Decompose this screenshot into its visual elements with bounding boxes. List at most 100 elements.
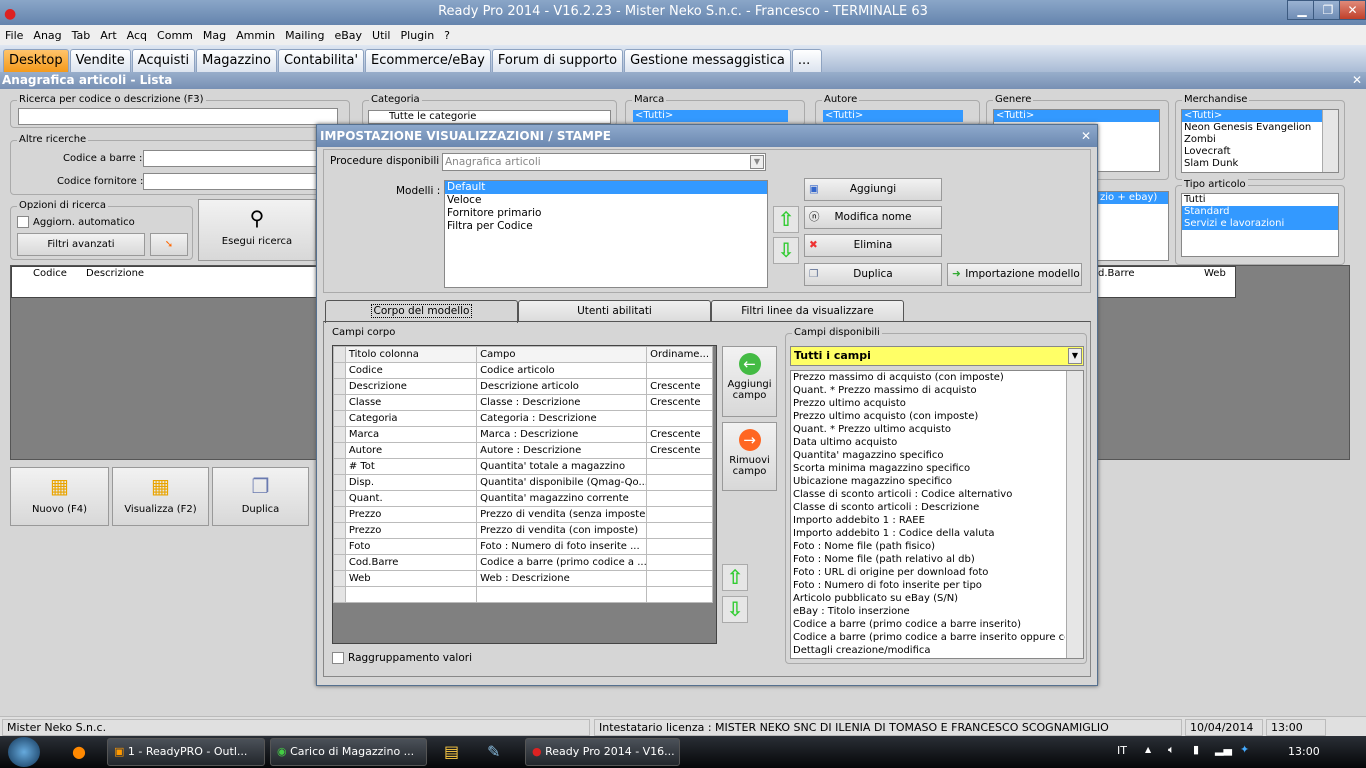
list-item[interactable]: Fornitore primario bbox=[445, 207, 767, 220]
tab-acquisti[interactable]: Acquisti bbox=[131, 49, 196, 72]
available-field-item[interactable]: Foto : Nome file (path fisico) bbox=[791, 540, 1065, 553]
models-list[interactable]: Default Veloce Fornitore primario Filtra… bbox=[444, 180, 768, 288]
row-title-cell[interactable]: Quant. bbox=[344, 490, 478, 507]
duplicate-button[interactable]: ❐ Duplica bbox=[212, 467, 309, 526]
available-field-item[interactable]: Classe di sconto articoli : Codice alter… bbox=[791, 488, 1065, 501]
list-item[interactable]: Lovecraft bbox=[1182, 146, 1338, 158]
scrollbar[interactable] bbox=[1322, 110, 1338, 172]
chevron-down-icon[interactable]: ▼ bbox=[750, 155, 764, 169]
available-field-item[interactable]: Classe di sconto articoli : Descrizione bbox=[791, 501, 1065, 514]
column-header-order[interactable]: Ordiname... bbox=[646, 346, 713, 363]
procedure-select[interactable]: Anagrafica articoli ▼ bbox=[442, 153, 766, 171]
table-row[interactable]: Disp. Quantita' disponibile (Qmag-Qo... bbox=[333, 474, 713, 491]
move-field-down-button[interactable]: ⇩ bbox=[722, 596, 748, 623]
available-field-item[interactable]: Codice a barre (primo codice a barre ins… bbox=[791, 631, 1065, 644]
available-field-item[interactable]: Quant. * Prezzo ultimo acquisto bbox=[791, 423, 1065, 436]
row-title-cell[interactable]: Codice bbox=[344, 362, 478, 379]
row-field-cell[interactable]: Quantita' totale a magazzino bbox=[476, 458, 648, 475]
available-field-item[interactable]: eBay : Titolo inserzione bbox=[791, 605, 1065, 618]
row-field-cell[interactable]: Categoria : Descrizione bbox=[476, 410, 648, 427]
list-item[interactable]: <Tutti> bbox=[1182, 110, 1322, 122]
taskbar-clock[interactable]: 13:00 bbox=[1288, 745, 1320, 758]
menu-acq[interactable]: Acq bbox=[127, 29, 147, 42]
row-order-cell[interactable] bbox=[646, 474, 713, 491]
list-item[interactable]: Tutti bbox=[1182, 194, 1338, 206]
row-order-cell[interactable] bbox=[646, 490, 713, 507]
tab-ecommerce[interactable]: Ecommerce/eBay bbox=[365, 49, 491, 72]
paint-icon[interactable]: ✎ bbox=[487, 742, 500, 761]
close-button[interactable]: ✕ bbox=[1339, 0, 1366, 20]
menu-ammin[interactable]: Ammin bbox=[236, 29, 275, 42]
available-field-item[interactable]: Data ultimo acquisto bbox=[791, 436, 1065, 449]
explorer-icon[interactable]: ▤ bbox=[444, 742, 459, 761]
row-title-cell[interactable]: Prezzo bbox=[344, 506, 478, 523]
table-row[interactable]: Cod.Barre Codice a barre (primo codice a … bbox=[333, 554, 713, 571]
row-order-cell[interactable]: Crescente bbox=[646, 394, 713, 411]
available-field-item[interactable]: Prezzo ultimo acquisto (con imposte) bbox=[791, 410, 1065, 423]
row-order-cell[interactable] bbox=[646, 410, 713, 427]
row-field-cell[interactable]: Codice a barre (primo codice a ... bbox=[476, 554, 648, 571]
table-row[interactable]: Codice Codice articolo bbox=[333, 362, 713, 379]
menu-anag[interactable]: Anag bbox=[33, 29, 61, 42]
body-fields-grid[interactable]: Titolo colonna Campo Ordiname... Codice C… bbox=[332, 345, 717, 644]
merchandise-list[interactable]: <Tutti> Neon Genesis Evangelion Zombi Lo… bbox=[1181, 109, 1339, 173]
row-title-cell[interactable]: # Tot bbox=[344, 458, 478, 475]
available-field-item[interactable]: Dettagli creazione/modifica bbox=[791, 644, 1065, 657]
row-header[interactable] bbox=[333, 570, 346, 587]
available-field-item[interactable]: Codice a barre (primo codice a barre ins… bbox=[791, 618, 1065, 631]
table-row[interactable]: Web Web : Descrizione bbox=[333, 570, 713, 587]
advanced-filters-button[interactable]: Filtri avanzati bbox=[17, 233, 145, 256]
table-row[interactable]: # Tot Quantita' totale a magazzino bbox=[333, 458, 713, 475]
row-header[interactable] bbox=[333, 490, 346, 507]
list-item[interactable]: Filtra per Codice bbox=[445, 220, 767, 233]
table-row[interactable]: Prezzo Prezzo di vendita (con imposte) bbox=[333, 522, 713, 539]
menu-art[interactable]: Art bbox=[100, 29, 116, 42]
row-title-cell[interactable]: Descrizione bbox=[344, 378, 478, 395]
row-field-cell[interactable]: Prezzo di vendita (senza imposte) bbox=[476, 506, 648, 523]
column-header-codice[interactable]: Codice bbox=[33, 268, 67, 279]
row-header[interactable] bbox=[333, 394, 346, 411]
taskbar-item-outlook[interactable]: ▣ 1 - ReadyPRO - Outl... bbox=[107, 738, 265, 766]
row-title-cell[interactable]: Disp. bbox=[344, 474, 478, 491]
row-field-cell[interactable]: Prezzo di vendita (con imposte) bbox=[476, 522, 648, 539]
row-title-cell[interactable]: Autore bbox=[344, 442, 478, 459]
list-item[interactable]: Zombi bbox=[1182, 134, 1338, 146]
available-field-item[interactable]: Articolo pubblicato su eBay (S/N) bbox=[791, 592, 1065, 605]
form-close-icon[interactable]: ✕ bbox=[1352, 72, 1362, 89]
menu-plugin[interactable]: Plugin bbox=[401, 29, 435, 42]
tab-corpo-modello[interactable]: Corpo del modello bbox=[325, 300, 518, 323]
row-order-cell[interactable]: Crescente bbox=[646, 442, 713, 459]
search-input[interactable] bbox=[18, 108, 338, 125]
grouping-checkbox[interactable] bbox=[332, 652, 344, 664]
brand-list[interactable]: <Tutti> bbox=[633, 110, 788, 122]
tab-forum[interactable]: Forum di supporto bbox=[491, 49, 624, 72]
column-header-descrizione[interactable]: Descrizione bbox=[86, 268, 144, 279]
row-header[interactable] bbox=[333, 538, 346, 555]
available-field-item[interactable]: Ubicazione magazzino specifico bbox=[791, 475, 1065, 488]
row-field-cell[interactable]: Autore : Descrizione bbox=[476, 442, 648, 459]
available-field-item[interactable]: Quant. * Prezzo massimo di acquisto bbox=[791, 384, 1065, 397]
menu-comm[interactable]: Comm bbox=[157, 29, 193, 42]
row-title-cell[interactable]: Web bbox=[344, 570, 478, 587]
row-header[interactable] bbox=[333, 522, 346, 539]
battery-icon[interactable]: ▮ bbox=[1193, 743, 1199, 756]
row-header[interactable] bbox=[333, 362, 346, 379]
row-title-cell[interactable]: Foto bbox=[344, 538, 478, 555]
available-field-item[interactable]: Prezzo massimo di acquisto (con imposte) bbox=[791, 371, 1065, 384]
available-field-item[interactable]: Foto : Nome file (path relativo al db) bbox=[791, 553, 1065, 566]
row-order-cell[interactable] bbox=[646, 554, 713, 571]
dialog-close-button[interactable]: ✕ bbox=[1081, 125, 1091, 147]
list-item[interactable]: Neon Genesis Evangelion bbox=[1182, 122, 1338, 134]
column-header-barcode[interactable]: d.Barre bbox=[1098, 268, 1135, 279]
table-row[interactable]: Foto Foto : Numero di foto inserite ... bbox=[333, 538, 713, 555]
available-field-item[interactable]: Importo addebito 1 : RAEE bbox=[791, 514, 1065, 527]
tab-desktop[interactable]: Desktop bbox=[3, 49, 69, 72]
available-field-item[interactable]: Scorta minima magazzino specifico bbox=[791, 462, 1065, 475]
taskbar-item-chrome[interactable]: ◉ Carico di Magazzino ... bbox=[270, 738, 427, 766]
row-header[interactable] bbox=[333, 378, 346, 395]
row-header[interactable] bbox=[333, 554, 346, 571]
list-item[interactable]: Veloce bbox=[445, 194, 767, 207]
column-header-field[interactable]: Campo bbox=[476, 346, 648, 363]
table-row-empty[interactable] bbox=[333, 586, 713, 603]
list-item[interactable]: Default bbox=[445, 181, 767, 194]
